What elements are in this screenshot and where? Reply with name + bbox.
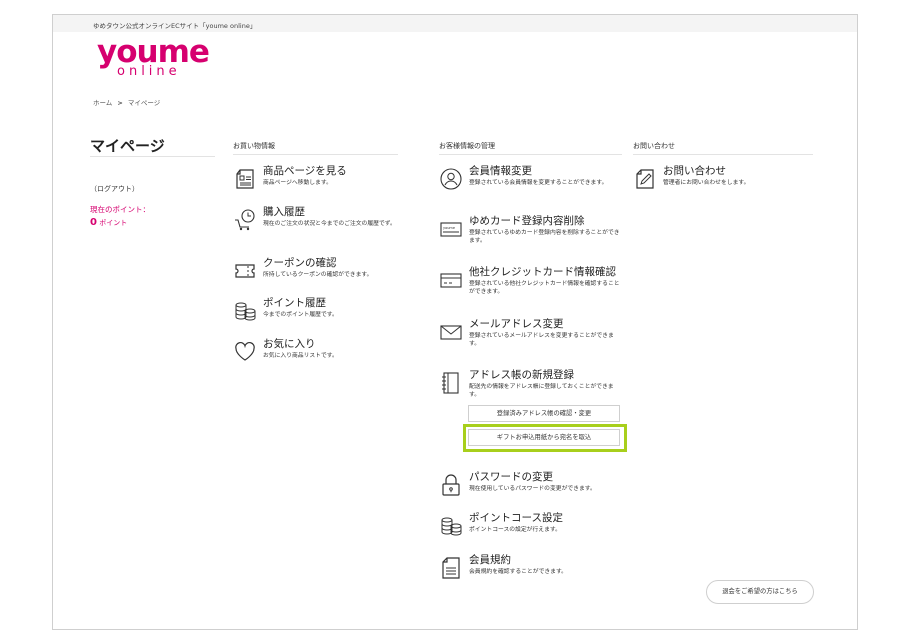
- menu-item-coupon[interactable]: クーポンの確認所持しているクーポンの確認ができます。: [233, 257, 423, 283]
- breadcrumb-current: マイページ: [127, 99, 161, 107]
- menu-item-title: 購入履歴: [263, 206, 305, 218]
- menu-item-title: 他社クレジットカード情報確認: [469, 266, 616, 278]
- menu-item-title: アドレス帳の新規登録: [469, 369, 574, 381]
- site-topbar: ゆめタウン公式オンラインECサイト「youme online」: [53, 15, 857, 32]
- menu-item-desc: 会員規約を確認することができます。: [469, 569, 567, 576]
- menu-item-email-change[interactable]: メールアドレス変更登録されているメールアドレスを変更することができます。: [439, 318, 624, 349]
- page-frame: ゆめタウン公式オンラインECサイト「youme online」 youme on…: [52, 14, 858, 630]
- coins-icon: [439, 514, 463, 538]
- credit-card-icon: [439, 268, 463, 292]
- contact-heading-divider: [633, 154, 813, 155]
- menu-item-desc: 管理者にお問い合わせをします。: [663, 180, 750, 187]
- mail-icon: [439, 320, 463, 344]
- menu-item-desc: ポイントコースの設定が行えます。: [469, 527, 561, 534]
- heart-icon: [233, 340, 257, 364]
- menu-item-desc: 登録されているメールアドレスを変更することができます。: [469, 333, 614, 348]
- menu-item-title: お問い合わせ: [663, 165, 726, 177]
- logout-link[interactable]: （ログアウト）: [90, 184, 139, 194]
- menu-item-desc: 現在使用しているパスワードの変更ができます。: [469, 486, 596, 493]
- menu-item-desc: 登録されている会員情報を変更することができます。: [469, 180, 608, 187]
- edit-document-icon: [633, 167, 657, 191]
- menu-item-desc: 商品ページへ移動します。: [263, 180, 332, 187]
- contact-heading: お問い合わせ: [633, 142, 675, 150]
- menu-item-title: ポイントコース設定: [469, 512, 563, 524]
- menu-item-point-course[interactable]: ポイントコース設定ポイントコースの設定が行えます。: [439, 512, 624, 538]
- points-value: 0: [90, 217, 97, 228]
- customer-heading: お客様情報の管理: [439, 142, 495, 150]
- menu-item-favorites[interactable]: お気に入りお気に入り商品リストです。: [233, 338, 423, 364]
- points-display: 0 ポイント: [90, 217, 127, 228]
- menu-item-desc: 登録されている他社クレジットカード情報を確認することができます。: [469, 281, 620, 296]
- points-label: 現在のポイント：: [90, 205, 150, 214]
- points-unit: ポイント: [99, 219, 128, 227]
- highlight-box: [463, 424, 627, 452]
- breadcrumb: ホーム > マイページ: [93, 97, 160, 107]
- breadcrumb-separator: >: [117, 99, 123, 107]
- menu-item-yume-card-delete[interactable]: youme ゆめカード登録内容削除登録されているゆめカード登録内容を削除すること…: [439, 215, 624, 246]
- document-icon: [439, 556, 463, 580]
- menu-item-credit-card[interactable]: 他社クレジットカード情報確認 登録されている他社クレジットカード情報を確認すること…: [439, 266, 624, 297]
- menu-item-contact[interactable]: お問い合わせ管理者にお問い合わせをします。: [633, 165, 823, 191]
- menu-item-title: ポイント履歴: [263, 297, 326, 309]
- ticket-icon: [233, 259, 257, 283]
- page-title: マイページ: [90, 137, 165, 155]
- withdraw-button[interactable]: 退会をご希望の方はこちら: [706, 580, 814, 604]
- customer-heading-divider: [439, 154, 622, 155]
- breadcrumb-home[interactable]: ホーム: [93, 99, 112, 107]
- card-icon: youme: [439, 217, 463, 241]
- menu-item-title: クーポンの確認: [263, 257, 337, 269]
- menu-item-title: 会員情報変更: [469, 165, 532, 177]
- user-icon: [439, 167, 463, 191]
- menu-item-desc: 所持しているクーポンの確認ができます。: [263, 272, 373, 279]
- menu-item-title: 商品ページを見る: [263, 165, 347, 177]
- coins-icon: [233, 299, 257, 323]
- menu-item-address-book[interactable]: アドレス帳の新規登録配送先の情報をアドレス帳に登録しておくことができます。: [439, 369, 624, 400]
- page-title-divider: [90, 156, 215, 157]
- menu-item-title: 会員規約: [469, 554, 511, 566]
- address-book-view-button[interactable]: 登録済みアドレス帳の確認・変更: [468, 405, 620, 422]
- menu-item-product-page[interactable]: 商品ページを見る商品ページへ移動します。: [233, 165, 423, 191]
- menu-item-member-terms[interactable]: 会員規約会員規約を確認することができます。: [439, 554, 624, 580]
- shopping-heading-divider: [233, 154, 398, 155]
- menu-item-title: メールアドレス変更: [469, 318, 564, 330]
- menu-item-purchase-history[interactable]: 購入履歴現在のご注文の状況と今までのご注文の履歴でず。: [233, 206, 423, 232]
- address-book-icon: [439, 371, 463, 395]
- menu-item-point-history[interactable]: ポイント履歴今までのポイント履歴です。: [233, 297, 423, 323]
- menu-item-desc: 現在のご注文の状況と今までのご注文の履歴でず。: [263, 221, 396, 228]
- menu-item-title: お気に入り: [263, 338, 316, 350]
- site-logo[interactable]: youme online: [97, 37, 210, 79]
- menu-item-desc: 登録されているゆめカード登録内容を削除することができます。: [469, 230, 620, 245]
- cart-clock-icon: [233, 208, 257, 232]
- menu-item-desc: 今までのポイント履歴です。: [263, 312, 338, 319]
- document-icon: [233, 167, 257, 191]
- menu-item-desc: 配送先の情報をアドレス帳に登録しておくことができます。: [469, 384, 614, 399]
- card-icon-text: youme: [443, 226, 455, 230]
- shopping-heading: お買い物情報: [233, 142, 275, 150]
- menu-item-title: ゆめカード登録内容削除: [469, 215, 585, 227]
- menu-item-password-change[interactable]: パスワードの変更現在使用しているパスワードの変更ができます。: [439, 471, 624, 501]
- menu-item-title: パスワードの変更: [469, 471, 553, 483]
- menu-item-member-info[interactable]: 会員情報変更登録されている会員情報を変更することができます。: [439, 165, 624, 191]
- menu-item-desc: お気に入り商品リストです。: [263, 353, 338, 360]
- lock-icon: [439, 473, 463, 501]
